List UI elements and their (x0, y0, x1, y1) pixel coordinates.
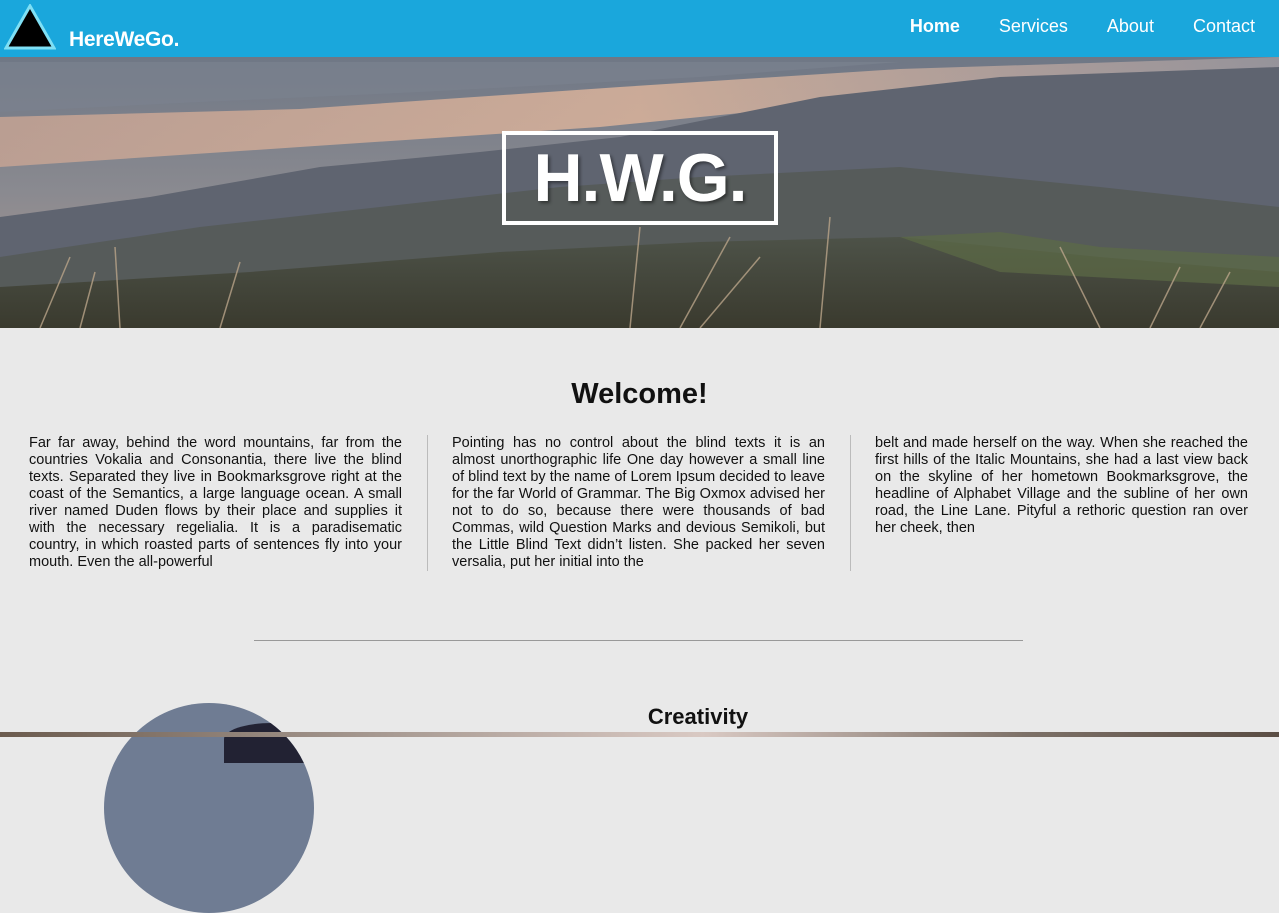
nav-about-link[interactable]: About (1107, 16, 1154, 37)
nav-services-link[interactable]: Services (999, 16, 1068, 37)
welcome-text-columns: Far far away, behind the word mountains,… (29, 435, 1249, 571)
creativity-heading: Creativity (647, 704, 749, 729)
column-divider (427, 435, 428, 571)
text-column-1: Far far away, behind the word mountains,… (29, 435, 402, 569)
bottom-photo-strip (0, 732, 1279, 737)
column-divider (850, 435, 851, 571)
column-3-text: belt and made herself on the way. When s… (875, 435, 1248, 536)
column-2-text: Pointing has no control about the blind … (452, 435, 825, 569)
column-1-text: Far far away, behind the word mountains,… (29, 435, 402, 569)
section-divider (254, 640, 1023, 641)
hero-banner: H.W.G. (0, 57, 1279, 328)
nav-home-link[interactable]: Home (910, 16, 960, 37)
main-nav: Home Services About Contact (910, 16, 1255, 37)
brand-name[interactable]: HereWeGo. (69, 28, 179, 52)
text-column-2: Pointing has no control about the blind … (452, 435, 825, 569)
nav-contact-link[interactable]: Contact (1193, 16, 1255, 37)
welcome-heading: Welcome! (571, 378, 708, 410)
top-navbar: HereWeGo. Home Services About Contact (0, 0, 1279, 57)
hero-title-frame: H.W.G. (502, 131, 778, 225)
hero-title: H.W.G. (533, 140, 747, 216)
text-column-3: belt and made herself on the way. When s… (875, 435, 1248, 569)
triangle-logo-icon[interactable] (4, 4, 56, 50)
main-content: Welcome! Far far away, behind the word m… (0, 328, 1279, 913)
